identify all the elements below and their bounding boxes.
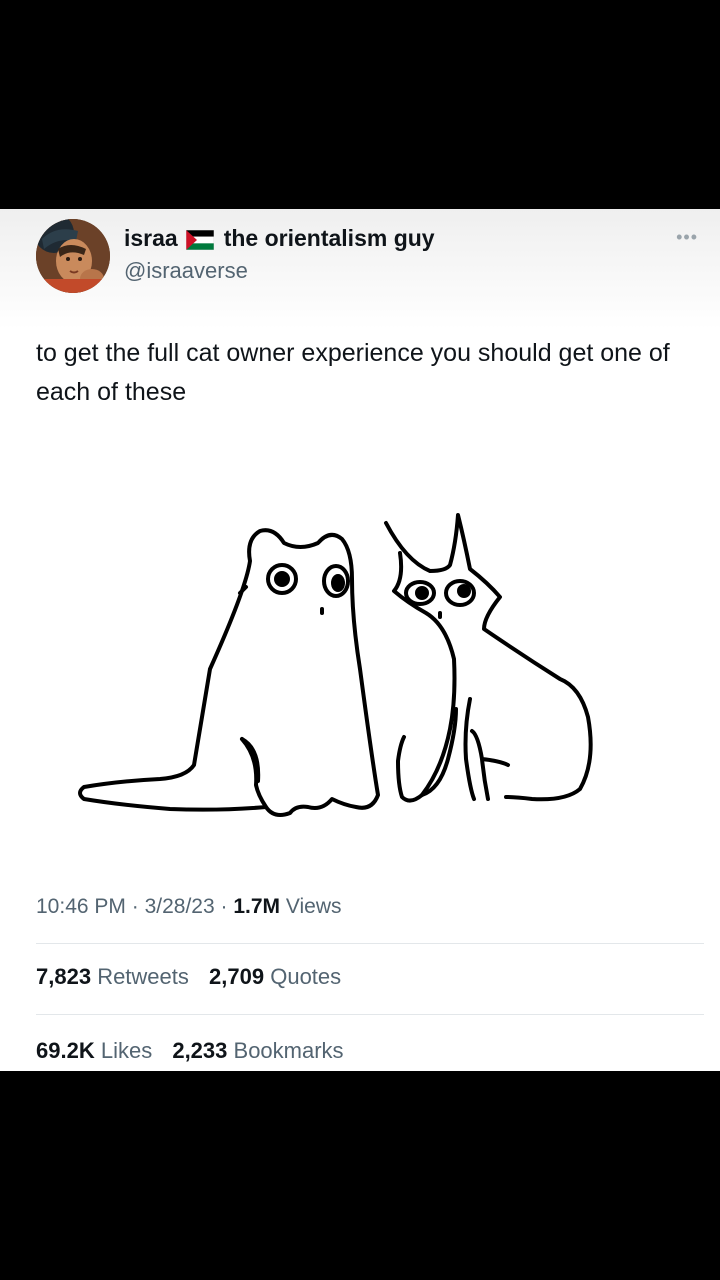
retweets-stat[interactable]: 7,823 Retweets bbox=[36, 964, 189, 990]
more-horizontal-icon[interactable]: ••• bbox=[676, 227, 698, 248]
avatar[interactable] bbox=[36, 219, 110, 293]
divider bbox=[36, 1014, 704, 1015]
likes-stat[interactable]: 69.2K Likes bbox=[36, 1038, 152, 1064]
stats-row-likes: 69.2K Likes 2,233 Bookmarks bbox=[36, 1038, 358, 1064]
stats-row-reposts: 7,823 Retweets 2,709 Quotes bbox=[36, 964, 355, 990]
views-count: 1.7M bbox=[233, 895, 281, 918]
likes-count: 69.2K bbox=[36, 1038, 95, 1063]
meta-separator: · bbox=[131, 895, 139, 918]
tweet-date[interactable]: 3/28/23 bbox=[145, 895, 215, 918]
quotes-stat[interactable]: 2,709 Quotes bbox=[209, 964, 341, 990]
bookmarks-count: 2,233 bbox=[172, 1038, 228, 1063]
cat-drawing-image bbox=[78, 513, 593, 817]
author-name: israa bbox=[124, 225, 178, 251]
quotes-count: 2,709 bbox=[209, 964, 265, 989]
quotes-label: Quotes bbox=[270, 964, 342, 989]
palestine-flag-icon bbox=[185, 229, 215, 250]
author-name-suffix: the orientalism guy bbox=[223, 225, 435, 251]
tweet-meta: 10:46 PM · 3/28/23 · 1.7M Views bbox=[36, 895, 342, 919]
tweet-time[interactable]: 10:46 PM bbox=[36, 895, 126, 918]
likes-label: Likes bbox=[100, 1038, 153, 1063]
author-handle[interactable]: @israaverse bbox=[124, 258, 248, 284]
retweets-count: 7,823 bbox=[36, 964, 92, 989]
bookmarks-stat[interactable]: 2,233 Bookmarks bbox=[172, 1038, 343, 1064]
author-display-name[interactable]: israa the orientalism guy bbox=[124, 225, 435, 252]
tweet-card: israa the orientalism guy @israaverse ••… bbox=[0, 209, 720, 1071]
tweet-text: to get the full cat owner experience you… bbox=[36, 339, 670, 406]
bookmarks-label: Bookmarks bbox=[233, 1038, 344, 1063]
screen: israa the orientalism guy @israaverse ••… bbox=[0, 0, 720, 1280]
divider bbox=[36, 943, 704, 944]
views-label: Views bbox=[285, 895, 342, 918]
retweets-label: Retweets bbox=[97, 964, 189, 989]
meta-separator: · bbox=[220, 895, 228, 918]
